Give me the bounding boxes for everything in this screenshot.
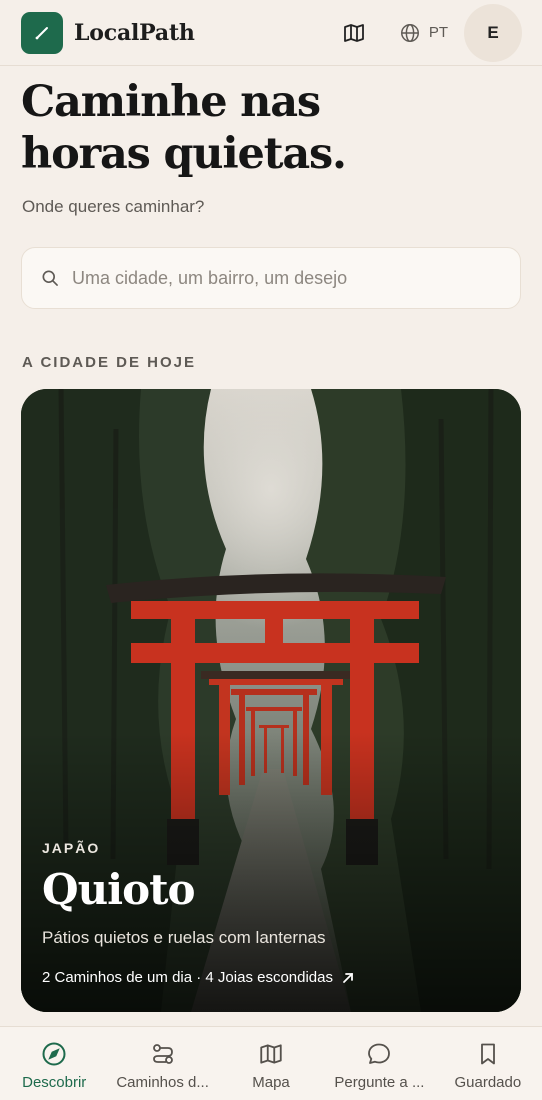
search-bar[interactable]: [21, 247, 521, 309]
logo-icon[interactable]: [21, 11, 63, 54]
language-code: PT: [428, 24, 448, 41]
title-line-2: horas quietas.: [21, 129, 347, 179]
bookmark-icon: [480, 1043, 495, 1065]
subtitle: Onde queres caminhar?: [22, 197, 205, 216]
nav-label: Pergunte a ...: [334, 1074, 425, 1091]
map-button[interactable]: [339, 18, 369, 48]
section-label-today: A CIDADE DE HOJE: [22, 354, 196, 371]
title-line-1: Caminhe nas: [21, 77, 321, 127]
card-country: JAPÃO: [42, 840, 101, 856]
card-description: Pátios quietos e ruelas com lanternas: [42, 928, 326, 947]
top-bar: LocalPath PT E: [0, 0, 542, 66]
nav-label: Mapa: [252, 1074, 290, 1091]
nav-item-guardado[interactable]: Guardado: [434, 1027, 542, 1100]
city-card-image: [21, 389, 521, 1012]
nav-item-descobrir[interactable]: Descobrir: [0, 1027, 108, 1100]
card-city: Quioto: [42, 865, 196, 914]
search-input[interactable]: [72, 267, 492, 289]
language-button[interactable]: PT: [399, 22, 448, 44]
nav-item-mapa[interactable]: Mapa: [217, 1027, 325, 1100]
avatar[interactable]: E: [464, 3, 522, 62]
arrow-up-right-icon: [341, 971, 355, 985]
search-icon: [42, 270, 58, 286]
globe-icon: [400, 23, 419, 42]
nav-item-caminhos[interactable]: Caminhos d...: [108, 1027, 216, 1100]
page-title: Caminhe nas horas quietas.: [21, 76, 441, 180]
brand-name: LocalPath: [74, 19, 195, 46]
bottom-nav: Descobrir Caminhos d... Mapa Pergunte a …: [0, 1026, 542, 1100]
card-meta[interactable]: 2 Caminhos de um dia · 4 Joias escondida…: [42, 969, 355, 986]
nav-label: Caminhos d...: [116, 1074, 209, 1091]
chat-icon: [368, 1043, 391, 1064]
nav-item-pergunte[interactable]: Pergunte a ...: [325, 1027, 433, 1100]
nav-label: Descobrir: [22, 1074, 87, 1091]
route-icon: [152, 1044, 173, 1064]
card-meta-text: 2 Caminhos de um dia · 4 Joias escondida…: [42, 969, 333, 986]
nav-label: Guardado: [454, 1074, 522, 1091]
map-icon: [260, 1044, 282, 1064]
map-icon: [343, 23, 364, 42]
compass-icon: [42, 1042, 66, 1066]
city-card[interactable]: JAPÃO Quioto Pátios quietos e ruelas com…: [21, 389, 521, 1012]
